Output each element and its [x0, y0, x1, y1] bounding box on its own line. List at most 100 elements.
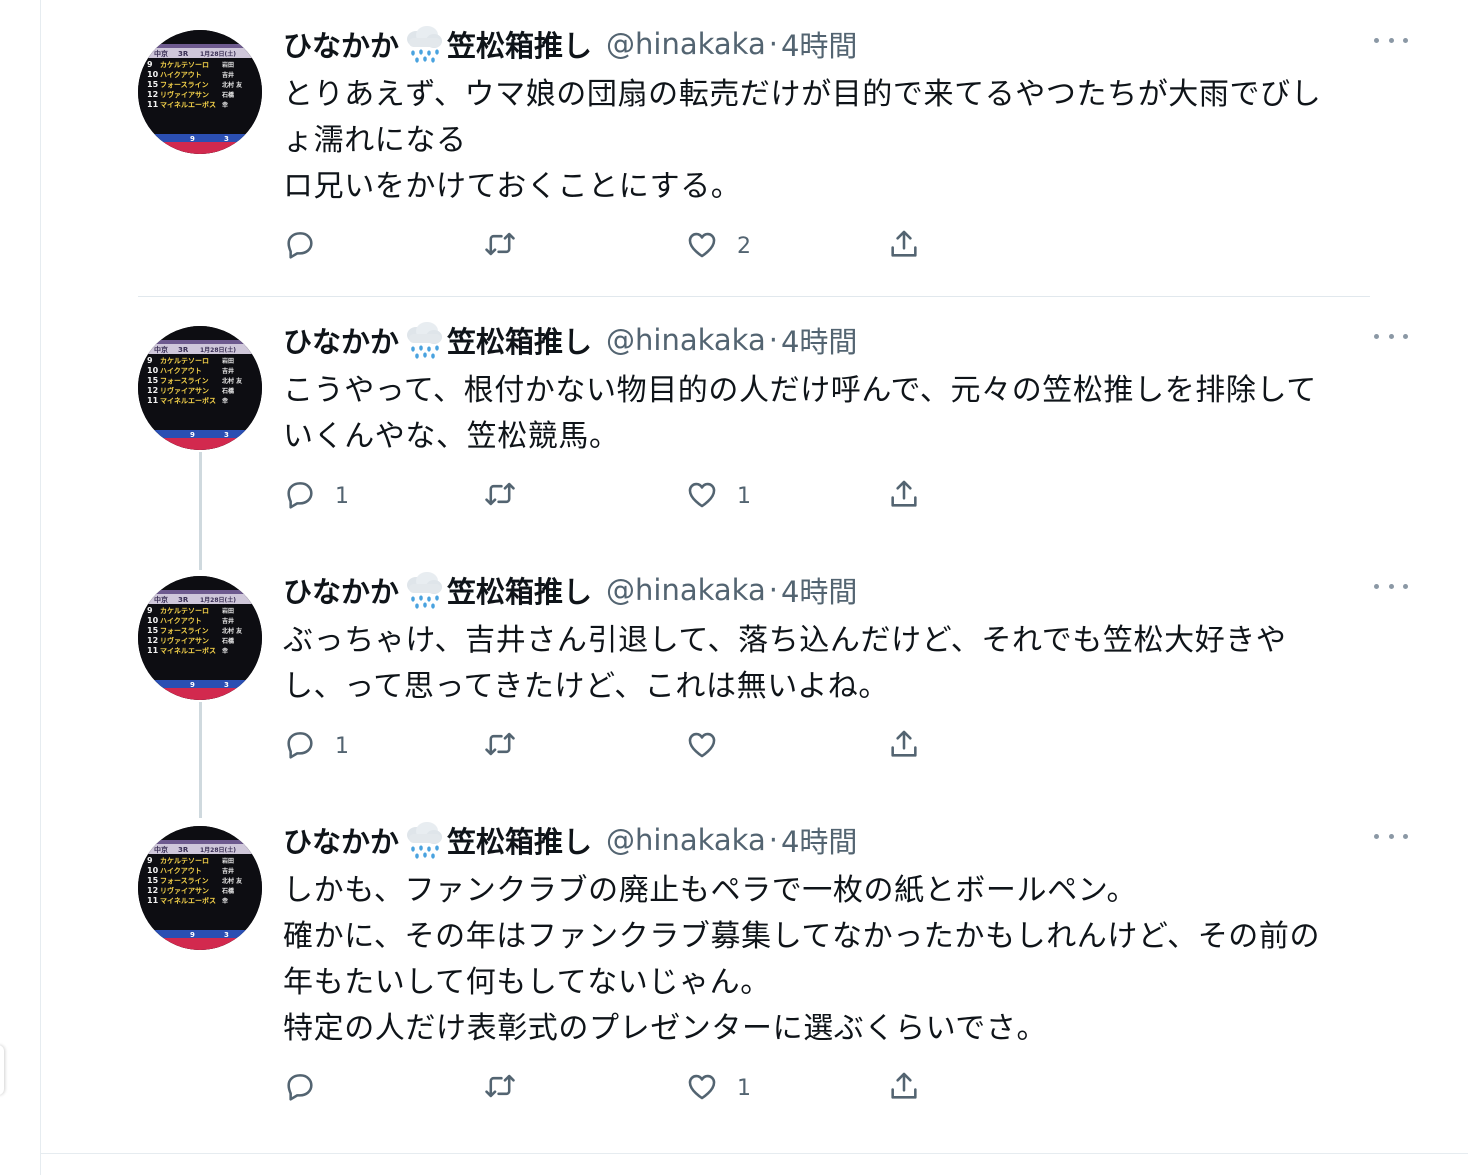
tv-bottom-number: 3	[224, 135, 229, 143]
tv-venue: 中京	[154, 49, 168, 58]
author-name[interactable]: ひなかか	[283, 819, 399, 861]
retweet-button[interactable]	[483, 476, 535, 516]
tv-row-horse: ハイクアウト	[160, 70, 202, 79]
tweet-actions: 11	[283, 476, 963, 516]
retweet-button[interactable]	[483, 226, 535, 266]
more-options-icon[interactable]	[1374, 826, 1408, 846]
tv-venue: 中京	[154, 845, 168, 854]
reply-icon	[283, 227, 317, 265]
tv-row-number: 9	[147, 356, 153, 365]
author-name[interactable]: ひなかか	[283, 569, 399, 611]
tweet-actions: 2	[283, 226, 963, 266]
share-icon	[887, 477, 921, 515]
more-options-icon[interactable]	[1374, 576, 1408, 596]
separator-dot: ·	[768, 323, 778, 357]
heart-icon	[685, 227, 719, 265]
edge-handle[interactable]	[0, 1045, 4, 1095]
tv-date: 1月28日(土)	[200, 346, 236, 354]
tv-row-horse: マイネルエーボス	[160, 396, 216, 405]
tv-row-jockey: 幸	[222, 897, 228, 905]
cloud-rain-icon	[401, 320, 445, 360]
share-icon	[887, 1069, 921, 1107]
tv-row-jockey: 北村 友	[222, 877, 243, 885]
share-button[interactable]	[887, 1068, 921, 1108]
tv-bottom-number: 3	[224, 931, 229, 939]
tv-row-horse: カケルテソーロ	[160, 607, 209, 615]
tv-row-jockey: 吉井	[222, 867, 234, 875]
tv-row-number: 10	[147, 866, 159, 875]
tv-row-horse: フォースライン	[160, 627, 209, 635]
avatar[interactable]: 中京 3R 1月28日(土) 9 カケルテソーロ 岩田 10 ハイクアウト 吉井 15 フォースライ…	[138, 30, 262, 154]
cloud-rain-icon	[401, 24, 445, 64]
tv-row-number: 10	[147, 366, 159, 375]
tv-row-number: 12	[147, 636, 158, 645]
tweet-header: ひなかか 笠松箱推し @hinakaka · 4時間	[283, 818, 1373, 862]
retweet-icon	[483, 727, 517, 765]
tweet-text-line: し、って思ってきたけど、これは無いよね。	[283, 669, 889, 704]
like-button[interactable]: 2	[685, 226, 751, 266]
retweet-icon	[483, 1069, 517, 1107]
retweet-button[interactable]	[483, 1068, 535, 1108]
tv-row-number: 11	[147, 646, 159, 655]
reply-button[interactable]	[283, 1068, 335, 1108]
more-options-icon[interactable]	[1374, 326, 1408, 346]
reply-button[interactable]	[283, 226, 335, 266]
like-count: 2	[737, 233, 751, 259]
like-button[interactable]	[685, 726, 737, 766]
tweet-text-line: こうやって、根付かない物目的の人だけ呼んで、元々の笠松推しを排除して	[283, 373, 1317, 408]
tv-venue: 中京	[154, 345, 168, 354]
author-handle[interactable]: @hinakaka	[606, 27, 766, 61]
tweet-text-line: 確かに、その年はファンクラブ募集してなかったかもしれんけど、その前の	[283, 919, 1321, 954]
author-handle[interactable]: @hinakaka	[606, 823, 766, 857]
reply-button[interactable]: 1	[283, 726, 349, 766]
thread-connector	[199, 452, 202, 570]
tweet-time[interactable]: 4時間	[781, 23, 857, 65]
share-button[interactable]	[887, 476, 921, 516]
reply-button[interactable]: 1	[283, 476, 349, 516]
tv-row-horse: カケルテソーロ	[160, 857, 209, 865]
tv-row-jockey: 石橋	[221, 387, 235, 395]
avatar[interactable]: 中京 3R 1月28日(土) 9 カケルテソーロ 岩田 10 ハイクアウト 吉井 15 フォースライ…	[138, 576, 262, 700]
tweet-text-line: ロ兄いをかけておくことにする。	[283, 169, 742, 204]
tv-bottom-number: 3	[224, 431, 229, 439]
share-icon	[887, 227, 921, 265]
tv-row-horse: リヴァイアサン	[160, 90, 209, 99]
author-name-suffix[interactable]: 笠松箱推し	[447, 319, 592, 361]
tv-row-number: 9	[147, 606, 153, 615]
tweet-time[interactable]: 4時間	[781, 819, 857, 861]
avatar[interactable]: 中京 3R 1月28日(土) 9 カケルテソーロ 岩田 10 ハイクアウト 吉井 15 フォースライ…	[138, 826, 262, 950]
like-button[interactable]: 1	[685, 1068, 751, 1108]
author-name-suffix[interactable]: 笠松箱推し	[447, 23, 592, 65]
tv-row-horse: フォースライン	[160, 877, 209, 885]
more-options-icon[interactable]	[1374, 30, 1408, 50]
tv-bottom-number: 9	[190, 931, 195, 939]
author-name[interactable]: ひなかか	[283, 23, 399, 65]
separator-dot: ·	[768, 573, 778, 607]
tweet-header: ひなかか 笠松箱推し @hinakaka · 4時間	[283, 568, 1373, 612]
author-name-suffix[interactable]: 笠松箱推し	[447, 569, 592, 611]
tv-row-jockey: 石橋	[221, 637, 235, 645]
tv-venue: 中京	[154, 595, 168, 604]
tweet-header: ひなかか 笠松箱推し @hinakaka · 4時間	[283, 22, 1373, 66]
tv-row-number: 10	[147, 616, 159, 625]
tv-row-jockey: 吉井	[222, 71, 234, 79]
author-name[interactable]: ひなかか	[283, 319, 399, 361]
timeline-left-border	[40, 0, 41, 1175]
tv-row-jockey: 石橋	[221, 91, 235, 99]
tv-row-horse: ハイクアウト	[160, 866, 202, 875]
tv-race: 3R	[178, 846, 189, 854]
avatar-image: 中京 3R 1月28日(土) 9 カケルテソーロ 岩田 10 ハイクアウト 吉井 15 フォースライ…	[138, 326, 262, 450]
tv-row-horse: マイネルエーボス	[160, 646, 216, 655]
share-button[interactable]	[887, 226, 921, 266]
tweet-time[interactable]: 4時間	[781, 319, 857, 361]
tv-row-jockey: 幸	[222, 647, 228, 655]
retweet-button[interactable]	[483, 726, 535, 766]
author-handle[interactable]: @hinakaka	[606, 323, 766, 357]
author-name-suffix[interactable]: 笠松箱推し	[447, 819, 592, 861]
tweet-time[interactable]: 4時間	[781, 569, 857, 611]
like-button[interactable]: 1	[685, 476, 751, 516]
avatar[interactable]: 中京 3R 1月28日(土) 9 カケルテソーロ 岩田 10 ハイクアウト 吉井 15 フォースライ…	[138, 326, 262, 450]
share-button[interactable]	[887, 726, 921, 766]
retweet-icon	[483, 227, 517, 265]
author-handle[interactable]: @hinakaka	[606, 573, 766, 607]
